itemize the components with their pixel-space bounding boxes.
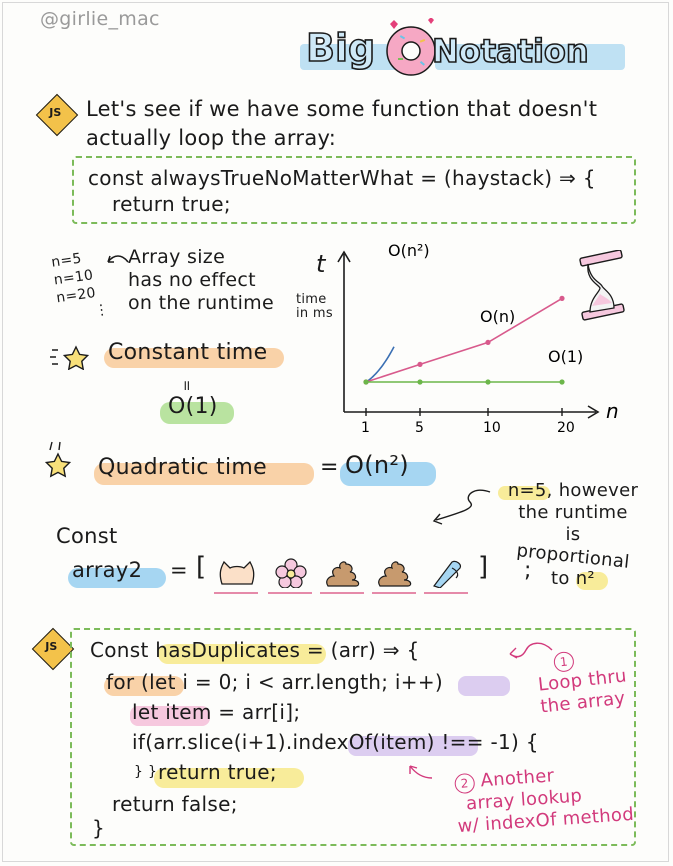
x-tick-label: 10	[483, 420, 501, 436]
js-badge-text: JS	[45, 640, 58, 654]
title-banner: Big O Notation	[300, 18, 625, 76]
code1-line-1: const alwaysTrueNoMatterWhat = (haystack…	[88, 166, 596, 190]
star-icon	[44, 441, 72, 478]
series-line	[365, 297, 563, 383]
series-point	[559, 295, 565, 301]
curl-arrow-icon	[107, 255, 129, 263]
item-underline	[268, 592, 312, 594]
item-underline	[424, 592, 468, 594]
curl-arrow-icon	[509, 642, 553, 659]
code-block-1: const alwaysTrueNoMatterWhat = (haystack…	[72, 156, 636, 224]
n5-note: n=5, however the runtime is proportional…	[498, 480, 648, 590]
pen-icon	[433, 560, 461, 588]
array2-close-bracket: ]	[478, 552, 489, 582]
series-label: O(1)	[548, 347, 583, 366]
series-label: O(n)	[480, 307, 515, 326]
intro-text: Let's see if we have some function that …	[86, 95, 646, 153]
title-big: Big	[305, 25, 376, 71]
series-point	[559, 379, 565, 385]
n-values: n=5 n=10 n=20 ⋮	[50, 247, 110, 325]
series-point	[485, 339, 491, 345]
code2-line-6: return false;	[112, 792, 238, 816]
n5-note-line-2: the runtime	[518, 502, 628, 523]
constant-notation: O(1)	[168, 394, 218, 419]
code2-line-7: }	[92, 816, 106, 840]
series-point	[485, 379, 491, 385]
chart-y-letter: t	[316, 250, 326, 278]
code2-line-5: return true;	[158, 760, 277, 784]
array2-name: array2	[72, 558, 143, 582]
n5-note-line-5: to n²	[551, 568, 595, 589]
array-size-note: Array size has no effect on the runtime	[128, 246, 274, 315]
array-note-line-3: on the runtime	[128, 292, 274, 314]
code2-line-5-brace: } }	[134, 764, 158, 780]
code2-line-1: Const hasDuplicates = (arr) ⇒ {	[90, 638, 420, 662]
quadratic-label: Quadratic time	[98, 455, 267, 480]
x-tick-label: 20	[557, 420, 575, 436]
equals-sign: ॥	[182, 378, 191, 394]
title-notation: Notation	[431, 31, 589, 71]
ylabel-line-1: time	[296, 292, 327, 307]
constant-time-label: Constant time	[108, 340, 268, 365]
lookup-annotation: 2 Another array lookup w/ indexOf method	[454, 760, 635, 838]
quadratic-notation: O(n²)	[345, 451, 409, 479]
item-underline	[214, 592, 258, 594]
series-point	[417, 361, 423, 367]
cat-icon	[219, 560, 255, 585]
loop-arrow-icon	[432, 489, 491, 525]
flower-icon	[275, 558, 307, 588]
item-underline	[372, 592, 416, 594]
hourglass-icon	[579, 250, 625, 321]
curl-arrow-icon	[409, 765, 433, 779]
array2-equals: =	[170, 558, 188, 582]
poop-icon	[378, 561, 412, 587]
array-note-line-1: Array size	[128, 246, 226, 268]
n5-note-line-1: n=5, however	[507, 480, 639, 501]
chart-ylabel: time in ms	[296, 293, 333, 321]
star-icon	[50, 345, 90, 370]
js-badge-text: JS	[49, 106, 62, 120]
js-badge-2: JS	[31, 627, 75, 671]
intro-line-1: Let's see if we have some function that …	[86, 97, 598, 121]
x-tick-label: 5	[415, 420, 424, 436]
series-point	[417, 379, 423, 385]
author-credit: @girlie_mac	[40, 8, 160, 30]
code2-line-2: for (let i = 0; i < arr.length; i++)	[106, 670, 443, 694]
annotation-number: 1	[552, 650, 575, 673]
x-tick-label: 1	[361, 420, 370, 436]
array2-keyword: Const	[56, 524, 118, 548]
intro-line-2: actually loop the array:	[86, 126, 337, 150]
array2-open-bracket: [	[196, 552, 207, 582]
series-label: O(n²)	[388, 241, 430, 260]
series-point	[363, 379, 369, 385]
code2-line-4: if(arr.slice(i+1).indexOf(item) !== -1) …	[132, 730, 539, 754]
ylabel-line-2: in ms	[296, 306, 333, 321]
code2-line-3: let item = arr[i];	[132, 700, 301, 724]
item-underline	[320, 592, 364, 594]
annotation-number: 2	[454, 772, 476, 795]
poop-icon	[326, 561, 360, 587]
x-axis-label: n	[606, 399, 619, 423]
code1-line-2: return true;	[112, 192, 231, 216]
js-badge-1: JS	[35, 93, 79, 137]
array-note-line-2: has no effect	[128, 269, 256, 291]
quad-equals: =	[320, 455, 339, 480]
